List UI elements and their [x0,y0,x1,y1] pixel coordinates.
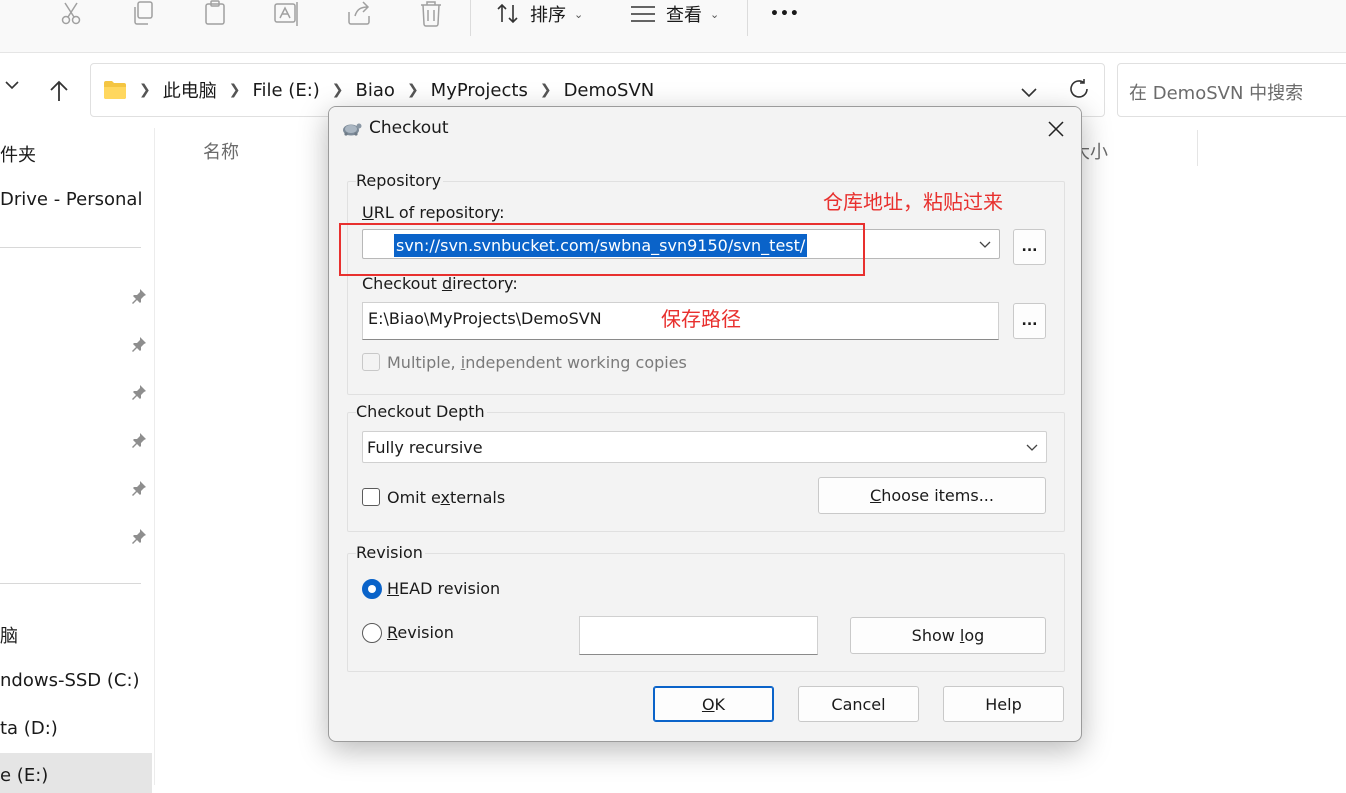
dialog-titlebar: Checkout [329,107,1081,151]
pin-icon [131,288,147,304]
chevron-right-icon: ❯ [331,82,344,98]
multiple-copies-checkbox[interactable] [362,353,380,371]
sidebar-divider [0,583,141,584]
dialog-title: Checkout [369,118,449,138]
choose-items-button[interactable]: Choose items... [818,477,1046,514]
choose-items-label: Choose items... [870,486,994,505]
breadcrumb-item[interactable]: DemoSVN [564,80,655,101]
multiple-copies-label: Multiple, independent working copies [387,353,687,372]
more-button[interactable]: ••• [770,0,800,28]
paste-icon[interactable] [201,0,229,28]
up-arrow-icon[interactable] [48,80,70,106]
pin-icon [131,336,147,352]
breadcrumb-item[interactable]: MyProjects [431,80,528,101]
ok-button[interactable]: OK [653,686,774,722]
sidebar-item-onedrive[interactable]: Drive - Personal [0,189,142,210]
chevron-down-icon [1026,444,1038,451]
pin-icon [131,480,147,496]
search-placeholder: 在 DemoSVN 中搜索 [1129,83,1304,104]
checkout-dialog: Checkout Repository URL of repository: s… [328,106,1082,742]
checkout-depth-group [347,412,1065,532]
sort-button[interactable]: 排序 ⌄ [496,0,583,28]
repository-group-label: Repository [356,171,444,190]
revision-radio[interactable] [362,623,382,643]
checkout-directory-value: E:\Biao\MyProjects\DemoSVN [368,309,602,328]
revision-label: Revision [387,623,454,642]
toolbar-divider [747,0,748,36]
omit-externals-label: Omit externals [387,488,506,507]
sidebar-item-drive-d[interactable]: ta (D:) [0,718,58,739]
explorer-toolbar: 排序 ⌄ 查看 ⌄ ••• [0,0,1346,53]
tortoisesvn-icon [340,117,362,139]
pin-icon [131,384,147,400]
url-annotation-box [339,223,865,276]
help-button[interactable]: Help [943,686,1064,722]
navigation-pane: 件夹 Drive - Personal 脑 ndows-SSD (C:) ta … [0,128,155,793]
rename-icon[interactable] [273,0,301,28]
view-button[interactable]: 查看 ⌄ [630,0,719,28]
pin-icon [131,528,147,544]
directory-annotation-text: 保存路径 [661,307,741,331]
recent-locations-chevron-icon[interactable] [4,79,20,95]
sidebar-divider [0,247,141,248]
share-icon[interactable] [345,0,373,28]
search-input[interactable]: 在 DemoSVN 中搜索 [1117,63,1346,117]
view-label: 查看 [666,5,702,26]
delete-icon[interactable] [417,0,445,28]
view-icon [631,6,655,22]
ok-label: OK [701,694,726,714]
chevron-down-icon[interactable] [979,238,991,250]
sidebar-item-this-pc[interactable]: 脑 [0,622,18,648]
show-log-label: Show log [911,626,985,645]
chevron-right-icon: ❯ [228,82,241,98]
cancel-button[interactable]: Cancel [798,686,919,722]
revision-group-label: Revision [356,543,425,562]
sort-label: 排序 [530,5,566,26]
folder-icon [103,80,127,100]
more-icon: ••• [770,6,800,22]
sort-icon [497,3,518,24]
url-label: URL of repository: [362,203,505,222]
show-log-button[interactable]: Show log [850,617,1046,654]
checkout-depth-group-label: Checkout Depth [356,402,487,421]
chevron-down-icon: ⌄ [574,7,584,21]
omit-externals-checkbox[interactable] [362,488,380,506]
column-divider [1197,130,1198,166]
breadcrumb-item[interactable]: Biao [356,80,395,101]
head-revision-label: HEAD revision [387,579,501,598]
chevron-down-icon: ⌄ [710,7,720,21]
head-revision-radio[interactable] [362,579,382,599]
pin-icon [131,432,147,448]
chevron-right-icon: ❯ [139,82,151,98]
checkout-directory-label: Checkout directory: [362,274,518,293]
toolbar-divider [470,0,471,36]
breadcrumb-item[interactable]: File (E:) [252,80,319,101]
revision-input[interactable] [579,616,818,655]
depth-value: Fully recursive [367,438,483,457]
cut-icon[interactable] [57,0,85,28]
copy-icon[interactable] [129,0,157,28]
url-annotation-text: 仓库地址，粘贴过来 [823,190,1003,214]
breadcrumb-item[interactable]: 此电脑 [163,77,217,103]
chevron-right-icon: ❯ [539,82,552,98]
depth-select[interactable]: Fully recursive [362,431,1047,463]
close-icon[interactable] [1033,107,1079,151]
chevron-right-icon: ❯ [406,82,419,98]
sidebar-item-drive-e[interactable]: e (E:) [0,765,48,786]
sidebar-item-folders[interactable]: 件夹 [0,141,36,167]
browse-url-button[interactable]: ... [1013,229,1046,265]
column-header-name[interactable]: 名称 [203,138,239,164]
browse-directory-button[interactable]: ... [1013,303,1046,339]
sidebar-item-drive-c[interactable]: ndows-SSD (C:) [0,670,140,691]
refresh-icon[interactable] [1068,78,1090,104]
address-history-chevron-icon[interactable] [1020,84,1038,103]
